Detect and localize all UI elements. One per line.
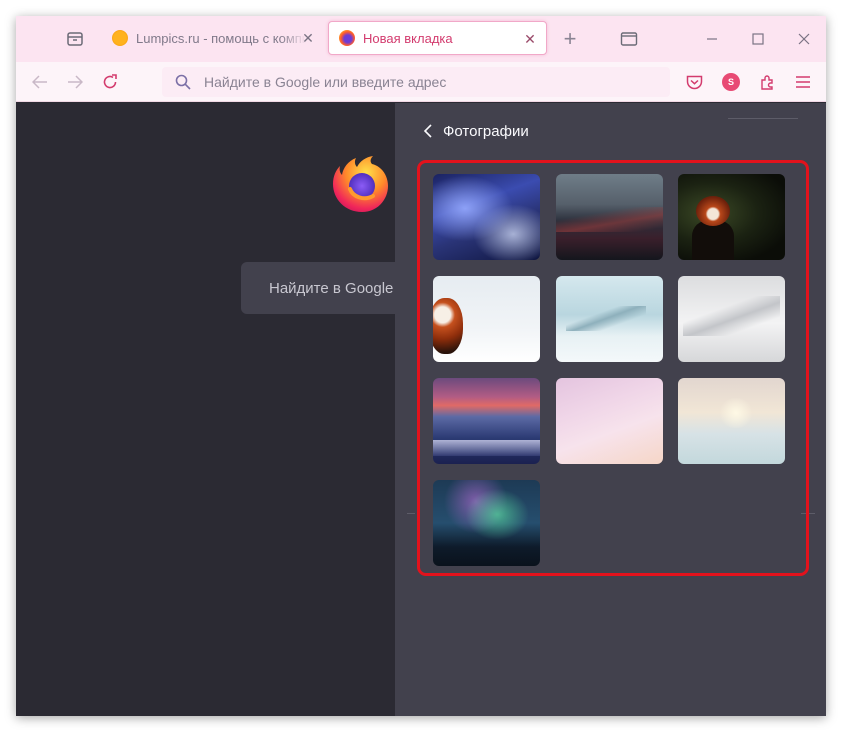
address-input[interactable] (204, 74, 644, 90)
maximize-icon[interactable] (746, 27, 770, 51)
close-tab-icon[interactable]: ✕ (522, 31, 538, 47)
tab-strip: Lumpics.ru - помощь с компьютером ✕ Нова… (16, 16, 826, 62)
tab-title: Lumpics.ru - помощь с компьютером (136, 30, 306, 46)
account-avatar[interactable]: S (719, 70, 743, 94)
firefox-view-icon[interactable] (63, 27, 87, 51)
newtab-search-box[interactable]: Найдите в Google или введите адрес (241, 262, 401, 314)
customize-photos-panel: Фотографии (395, 103, 826, 716)
firefox-logo-icon (333, 156, 388, 212)
highlight-box (417, 160, 809, 576)
list-all-tabs-icon[interactable] (617, 27, 641, 51)
app-menu-icon[interactable] (791, 70, 815, 94)
firefox-favicon-icon (339, 30, 355, 46)
minimize-icon[interactable] (700, 27, 724, 51)
reload-icon[interactable] (98, 70, 122, 94)
browser-window: Lumpics.ru - помощь с компьютером ✕ Нова… (16, 16, 826, 716)
divider (407, 513, 415, 514)
divider (728, 118, 798, 119)
lumpics-favicon-icon (112, 30, 128, 46)
search-icon (174, 73, 192, 91)
back-chevron-icon[interactable] (419, 122, 437, 140)
account-initial: S (722, 73, 740, 91)
newtab-search-placeholder: Найдите в Google или введите адрес (269, 279, 401, 297)
address-bar[interactable] (162, 67, 670, 97)
tab-lumpics[interactable]: Lumpics.ru - помощь с компьютером ✕ (102, 21, 324, 55)
panel-title: Фотографии (443, 123, 529, 140)
navigation-toolbar: S (16, 62, 826, 102)
close-tab-icon[interactable]: ✕ (300, 30, 316, 46)
extensions-icon[interactable] (756, 70, 780, 94)
tab-new-tab[interactable]: Новая вкладка ✕ (328, 21, 547, 55)
forward-arrow-icon[interactable] (63, 70, 87, 94)
close-window-icon[interactable] (792, 27, 816, 51)
back-arrow-icon[interactable] (28, 70, 52, 94)
pocket-icon[interactable] (682, 70, 706, 94)
tab-title: Новая вкладка (363, 30, 453, 46)
new-tab-plus-icon[interactable]: + (558, 26, 582, 51)
